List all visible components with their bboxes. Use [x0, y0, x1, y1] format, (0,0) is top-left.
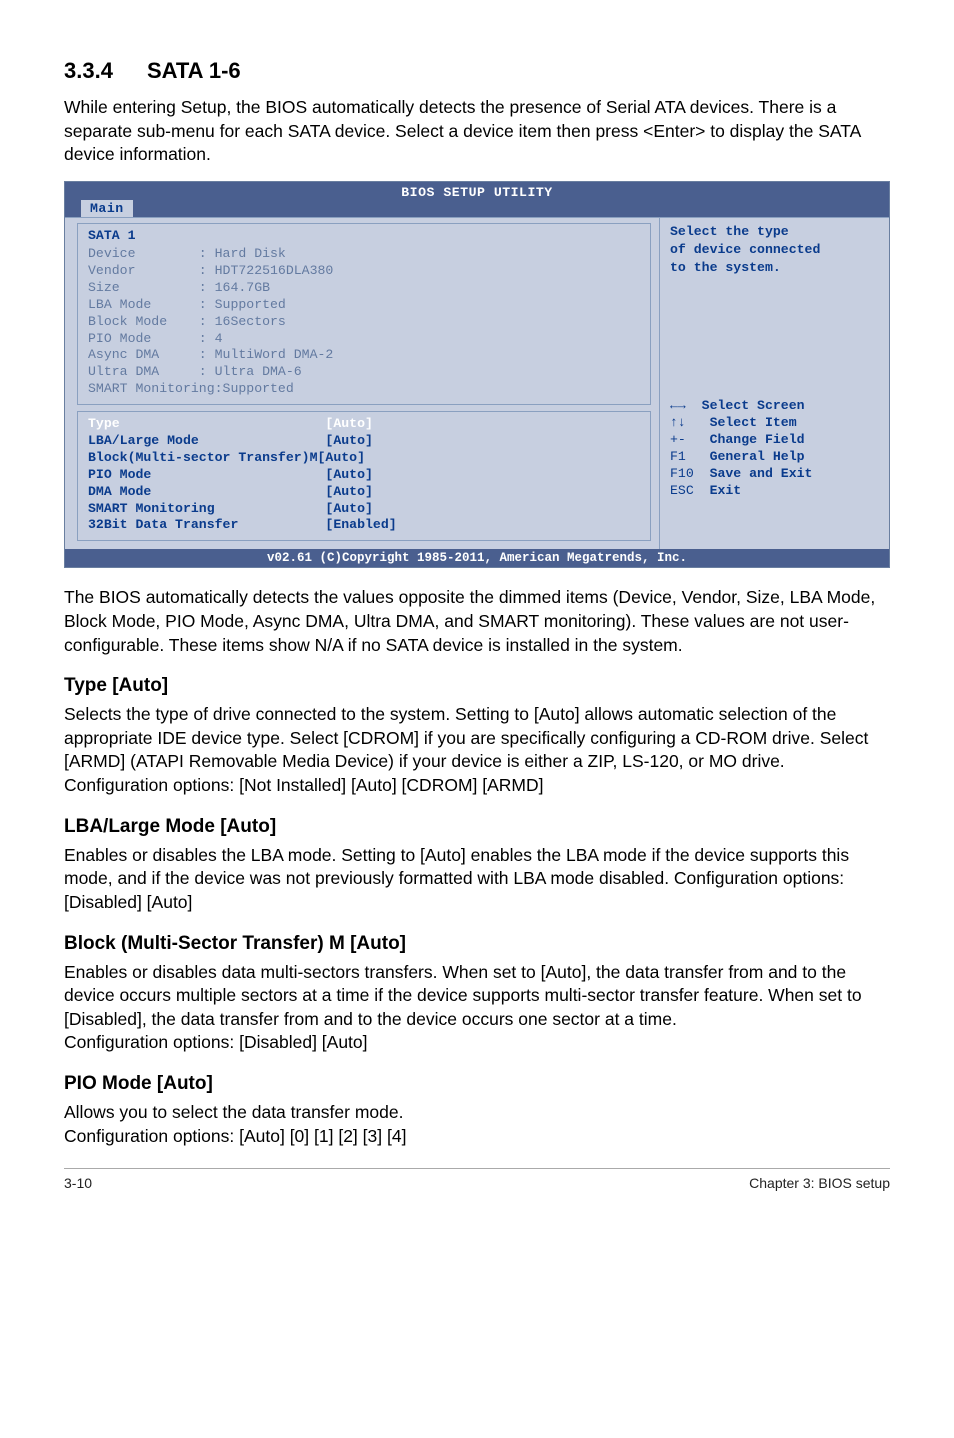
bios-hint: Select the type of device connected to t…	[670, 223, 881, 276]
bios-info-row: LBA Mode : Supported	[88, 297, 640, 314]
bios-nav-row: +- Change Field	[670, 431, 881, 448]
body-paragraph: Enables or disables data multi-sectors t…	[64, 961, 890, 1032]
bios-info-row: SMART Monitoring:Supported	[88, 381, 640, 398]
footer-divider	[64, 1168, 890, 1169]
bios-option-row: Type [Auto]	[88, 416, 640, 433]
bios-option-row: LBA/Large Mode [Auto]	[88, 433, 640, 450]
bios-info-row: Ultra DMA : Ultra DMA-6	[88, 364, 640, 381]
bios-copyright: v02.61 (C)Copyright 1985-2011, American …	[65, 549, 889, 567]
page-footer: 3-10 Chapter 3: BIOS setup	[64, 1175, 890, 1191]
bios-nav-row: F10 Save and Exit	[670, 465, 881, 482]
bios-option-row: PIO Mode [Auto]	[88, 467, 640, 484]
bios-nav-row: F1 General Help	[670, 448, 881, 465]
bios-tab-main: Main	[81, 200, 133, 217]
bios-option-row: 32Bit Data Transfer [Enabled]	[88, 517, 640, 534]
body-paragraph: Configuration options: [Auto] [0] [1] [2…	[64, 1125, 890, 1149]
page-number: 3-10	[64, 1175, 92, 1191]
subsection-heading: PIO Mode [Auto]	[64, 1073, 890, 1095]
bios-info-panel: SATA 1 Device : Hard DiskVendor : HDT722…	[77, 223, 651, 405]
body-paragraph: Configuration options: [Disabled] [Auto]	[64, 1031, 890, 1055]
intro-paragraph: While entering Setup, the BIOS automatic…	[64, 96, 890, 167]
bios-option-row: DMA Mode [Auto]	[88, 484, 640, 501]
section-number: 3.3.4	[64, 58, 113, 83]
section-heading: 3.3.4 SATA 1-6	[64, 58, 890, 84]
bios-panel-title: SATA 1	[88, 228, 640, 243]
body-paragraph: Configuration options: [Not Installed] […	[64, 774, 890, 798]
bios-info-row: PIO Mode : 4	[88, 331, 640, 348]
bios-nav-legend: ←→ Select Screen↑↓ Select Item+- Change …	[670, 397, 881, 500]
bios-nav-row: ↑↓ Select Item	[670, 414, 881, 431]
subsection-heading: LBA/Large Mode [Auto]	[64, 816, 890, 838]
bios-info-row: Vendor : HDT722516DLA380	[88, 263, 640, 280]
bios-titlebar: BIOS SETUP UTILITY Main	[65, 182, 889, 217]
body-paragraph: Enables or disables the LBA mode. Settin…	[64, 844, 890, 915]
bios-option-row: Block(Multi-sector Transfer)M[Auto]	[88, 450, 640, 467]
chapter-label: Chapter 3: BIOS setup	[749, 1175, 890, 1191]
body-paragraph: Selects the type of drive connected to t…	[64, 703, 890, 774]
bios-info-row: Device : Hard Disk	[88, 246, 640, 263]
bios-util-title: BIOS SETUP UTILITY	[65, 185, 889, 200]
body-paragraph: Allows you to select the data transfer m…	[64, 1101, 890, 1125]
bios-info-row: Async DMA : MultiWord DMA-2	[88, 347, 640, 364]
subsection-heading: Block (Multi-Sector Transfer) M [Auto]	[64, 933, 890, 955]
subsection-heading: Type [Auto]	[64, 675, 890, 697]
bios-nav-row: ESC Exit	[670, 482, 881, 499]
paragraph-2: The BIOS automatically detects the value…	[64, 586, 890, 657]
bios-option-row: SMART Monitoring [Auto]	[88, 501, 640, 518]
bios-options-panel: Type [Auto]LBA/Large Mode [Auto]Block(Mu…	[77, 411, 651, 541]
bios-screenshot: BIOS SETUP UTILITY Main SATA 1 Device : …	[64, 181, 890, 568]
bios-info-row: Size : 164.7GB	[88, 280, 640, 297]
bios-info-row: Block Mode : 16Sectors	[88, 314, 640, 331]
bios-nav-row: ←→ Select Screen	[670, 397, 881, 414]
section-title: SATA 1-6	[147, 58, 241, 83]
